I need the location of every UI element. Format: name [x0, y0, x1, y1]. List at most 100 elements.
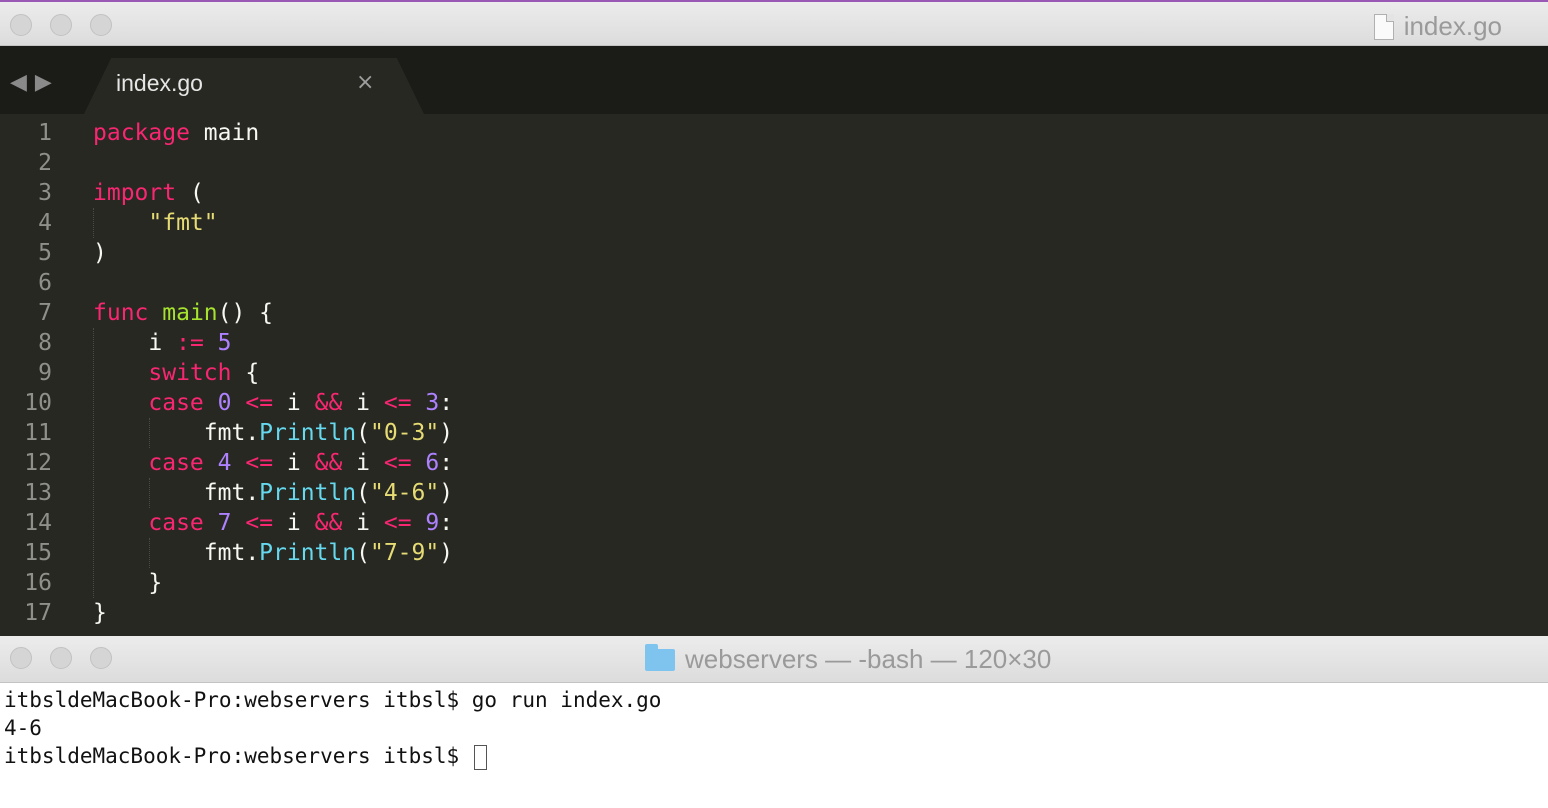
code-text: } — [93, 598, 107, 628]
code-token: <= — [383, 510, 412, 536]
code-token: <= — [245, 390, 274, 416]
tab-close-icon[interactable]: × — [356, 70, 374, 95]
code-token: <= — [245, 510, 274, 536]
editor-window-title: index.go — [1373, 11, 1502, 42]
code-token: i — [273, 390, 315, 416]
code-token: && — [314, 390, 343, 416]
minimize-window-button[interactable] — [50, 14, 72, 36]
code-text: import ( — [93, 178, 204, 208]
terminal-line-output: 4-6 — [4, 716, 42, 740]
document-icon — [1373, 13, 1394, 40]
folder-icon — [645, 643, 675, 671]
code-token: { — [231, 360, 260, 386]
code-token: ( — [176, 180, 204, 206]
code-token: "7-9" — [369, 540, 440, 566]
editor-window-title-text: index.go — [1403, 11, 1502, 41]
line-number: 1 — [38, 120, 52, 146]
code-text: case 0 <= i && i <= 3: — [93, 388, 453, 418]
code-token: 9 — [425, 510, 440, 536]
terminal-window-title: webservers — -bash — 120×30 — [645, 643, 1052, 675]
code-token: "0-3" — [369, 420, 440, 446]
code-token: ) — [93, 240, 107, 266]
code-token: func — [93, 300, 149, 326]
zoom-window-button[interactable] — [90, 14, 112, 36]
terminal-minimize-button[interactable] — [50, 647, 72, 669]
close-window-button[interactable] — [10, 14, 32, 36]
code-token: i — [342, 390, 384, 416]
code-text: ) — [93, 238, 107, 268]
code-token: && — [314, 450, 343, 476]
code-token: i — [273, 510, 315, 536]
code-token: ) — [439, 420, 454, 446]
code-token: && — [314, 510, 343, 536]
editor-titlebar: index.go — [0, 0, 1548, 46]
forward-arrow-icon[interactable]: ▶ — [35, 70, 60, 95]
code-token: package — [93, 120, 190, 146]
code-token: 5 — [217, 330, 232, 356]
code-token: 6 — [425, 450, 440, 476]
code-token: case — [148, 450, 204, 476]
code-token: ( — [356, 420, 370, 446]
code-token: ( — [356, 480, 370, 506]
code-token: switch — [148, 360, 232, 386]
code-token: fmt. — [93, 540, 260, 566]
code-token: ( — [356, 540, 370, 566]
code-token: : — [439, 450, 454, 476]
back-arrow-icon[interactable]: ◀ — [10, 70, 35, 95]
code-token: () { — [217, 300, 274, 326]
terminal-prompt-text: itbsldeMacBook-Pro:webservers itbsl$ — [4, 744, 472, 768]
code-token: import — [93, 180, 177, 206]
code-text: case 7 <= i && i <= 9: — [93, 508, 453, 538]
terminal-window-title-text: webservers — -bash — 120×30 — [685, 644, 1052, 674]
tab-label[interactable]: index.go — [116, 70, 203, 97]
line-number: 14 — [24, 510, 52, 536]
line-number: 2 — [38, 150, 52, 176]
terminal-line-prompt[interactable]: itbsldeMacBook-Pro:webservers itbsl$ — [4, 742, 487, 770]
code-token: Println — [259, 480, 357, 506]
tab-bar: ◀▶ — [0, 46, 1548, 114]
code-token: <= — [245, 450, 274, 476]
terminal-zoom-button[interactable] — [90, 647, 112, 669]
code-token: fmt. — [93, 480, 260, 506]
line-number: 5 — [38, 240, 52, 266]
terminal-cursor — [473, 744, 487, 770]
code-area[interactable]: 1 package main 2 3 import (4 "fmt" 5) 6 7 func m… — [0, 118, 1548, 636]
line-number: 9 — [38, 360, 52, 386]
code-text: "fmt" — [93, 208, 218, 238]
terminal-close-button[interactable] — [10, 647, 32, 669]
code-token: main — [162, 300, 218, 326]
code-text: } — [93, 568, 162, 598]
code-text: fmt.Println("0-3") — [93, 418, 453, 448]
code-token: 3 — [425, 390, 440, 416]
code-token: : — [439, 510, 454, 536]
code-token: i — [342, 510, 384, 536]
code-token: } — [93, 570, 163, 596]
code-token: "fmt" — [148, 210, 218, 236]
line-number: 8 — [38, 330, 52, 356]
code-token: "4-6" — [369, 480, 440, 506]
code-text: package main — [93, 118, 259, 148]
code-token: := — [176, 330, 204, 356]
line-number: 7 — [38, 300, 52, 326]
code-token: i — [93, 330, 177, 356]
code-token: i — [273, 450, 315, 476]
line-number: 15 — [24, 540, 52, 566]
code-text: case 4 <= i && i <= 6: — [93, 448, 453, 478]
line-number: 16 — [24, 570, 52, 596]
line-number: 3 — [38, 180, 52, 206]
code-text: fmt.Println("7-9") — [93, 538, 453, 568]
code-text: i := 5 — [93, 328, 232, 358]
code-token: fmt. — [93, 420, 260, 446]
